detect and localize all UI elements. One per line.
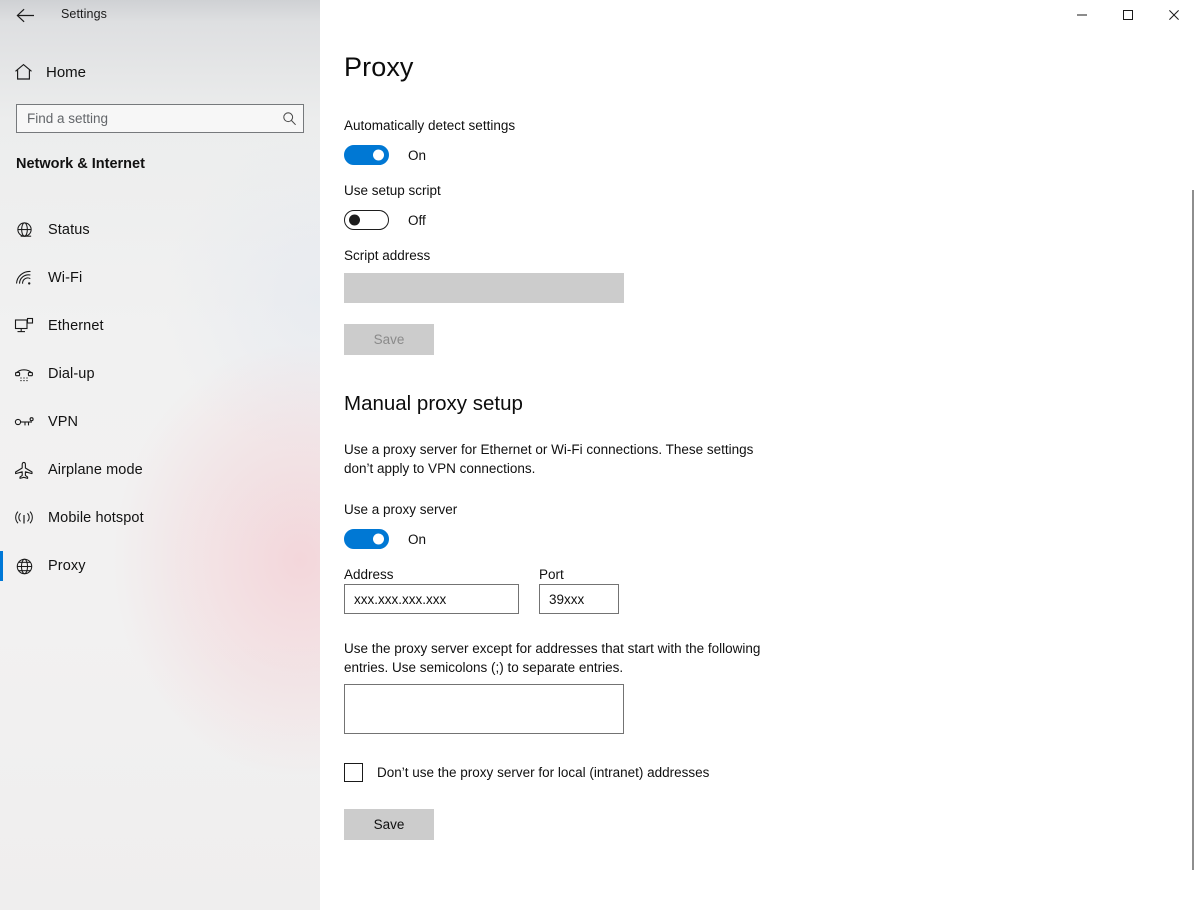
minimize-button[interactable] [1059,0,1105,30]
exceptions-input[interactable] [344,684,624,734]
titlebar-left: Settings [0,0,320,30]
address-label: Address [344,567,394,582]
back-arrow-icon [16,8,35,23]
auto-detect-label: Automatically detect settings [344,118,516,133]
search-icon[interactable] [275,105,303,132]
sidebar-item-status[interactable]: Status [0,206,320,254]
auto-detect-state: On [408,147,427,163]
window-controls [1059,0,1197,30]
toggle-knob [349,214,360,226]
script-address-label: Script address [344,248,431,263]
manual-setup-heading: Manual proxy setup [344,392,523,415]
sidebar-item-dialup[interactable]: Dial-up [0,350,320,398]
port-label: Port [539,567,564,582]
bypass-local-row[interactable]: Don’t use the proxy server for local (in… [344,763,709,782]
selection-indicator [0,455,3,485]
use-proxy-state: On [408,531,427,547]
sidebar-item-vpn-label: VPN [48,414,79,430]
save-manual-button[interactable]: Save [344,809,434,840]
home-icon [0,63,46,81]
toggle-knob [373,533,384,545]
maximize-button[interactable] [1105,0,1151,30]
sidebar-item-proxy-label: Proxy [48,558,86,574]
selection-indicator [0,359,3,389]
sidebar: Settings Home Network & Internet [0,0,320,910]
sidebar-item-ethernet[interactable]: Ethernet [0,302,320,350]
sidebar-item-ethernet-label: Ethernet [48,318,104,334]
selection-indicator [0,407,3,437]
vpn-key-icon [0,415,48,429]
exceptions-description: Use the proxy server except for addresse… [344,641,761,675]
setup-script-label: Use setup script [344,183,441,198]
window-title: Settings [61,7,107,21]
auto-detect-toggle[interactable] [344,145,389,165]
auto-detect-toggle-row: On [344,145,426,165]
setup-script-toggle-row: Off [344,210,426,230]
sidebar-item-home-label: Home [46,63,87,81]
globe-status-icon [0,221,48,240]
selection-indicator [0,215,3,245]
setup-script-toggle[interactable] [344,210,389,230]
selection-indicator [0,551,3,581]
ethernet-icon [0,317,48,335]
airplane-icon [0,461,48,480]
save-script-button[interactable]: Save [344,324,434,355]
scrollbar-thumb[interactable] [1192,190,1194,870]
use-proxy-toggle[interactable] [344,529,389,549]
sidebar-item-airplane-mode-label: Airplane mode [48,462,143,478]
sidebar-item-airplane-mode[interactable]: Airplane mode [0,446,320,494]
wifi-icon [0,270,48,287]
back-button[interactable] [8,1,42,29]
close-button[interactable] [1151,0,1197,30]
sidebar-item-vpn[interactable]: VPN [0,398,320,446]
search-input[interactable] [17,105,275,132]
port-input[interactable] [539,584,619,614]
sidebar-category-title: Network & Internet [16,156,145,172]
script-address-input [344,273,624,303]
settings-window: Settings Home Network & Internet [0,0,1197,910]
use-proxy-toggle-row: On [344,529,426,549]
sidebar-item-dialup-label: Dial-up [48,366,95,382]
bypass-local-label: Don’t use the proxy server for local (in… [377,765,710,780]
sidebar-item-proxy[interactable]: Proxy [0,542,320,590]
sidebar-item-wifi[interactable]: Wi-Fi [0,254,320,302]
sidebar-item-wifi-label: Wi-Fi [48,270,83,286]
main-content: Proxy Automatically detect settings On U… [320,0,1197,910]
page-title: Proxy [344,52,414,82]
bypass-local-checkbox[interactable] [344,763,363,782]
manual-setup-description: Use a proxy server for Ethernet or Wi-Fi… [344,442,754,476]
sidebar-item-mobile-hotspot-label: Mobile hotspot [48,510,144,526]
search-box[interactable] [16,104,304,133]
toggle-knob [373,149,384,161]
hotspot-icon [0,510,48,527]
setup-script-state: Off [408,212,426,228]
sidebar-item-status-label: Status [48,222,90,238]
sidebar-nav-list: Status Wi-Fi Ethernet Dial-up VPN Airpla… [0,206,320,590]
address-input[interactable] [344,584,519,614]
sidebar-item-home[interactable]: Home [0,54,320,90]
selection-indicator [0,263,3,293]
sidebar-item-mobile-hotspot[interactable]: Mobile hotspot [0,494,320,542]
dialup-phone-icon [0,365,48,383]
use-proxy-label: Use a proxy server [344,502,458,517]
globe-proxy-icon [0,557,48,576]
selection-indicator [0,503,3,533]
selection-indicator [0,311,3,341]
